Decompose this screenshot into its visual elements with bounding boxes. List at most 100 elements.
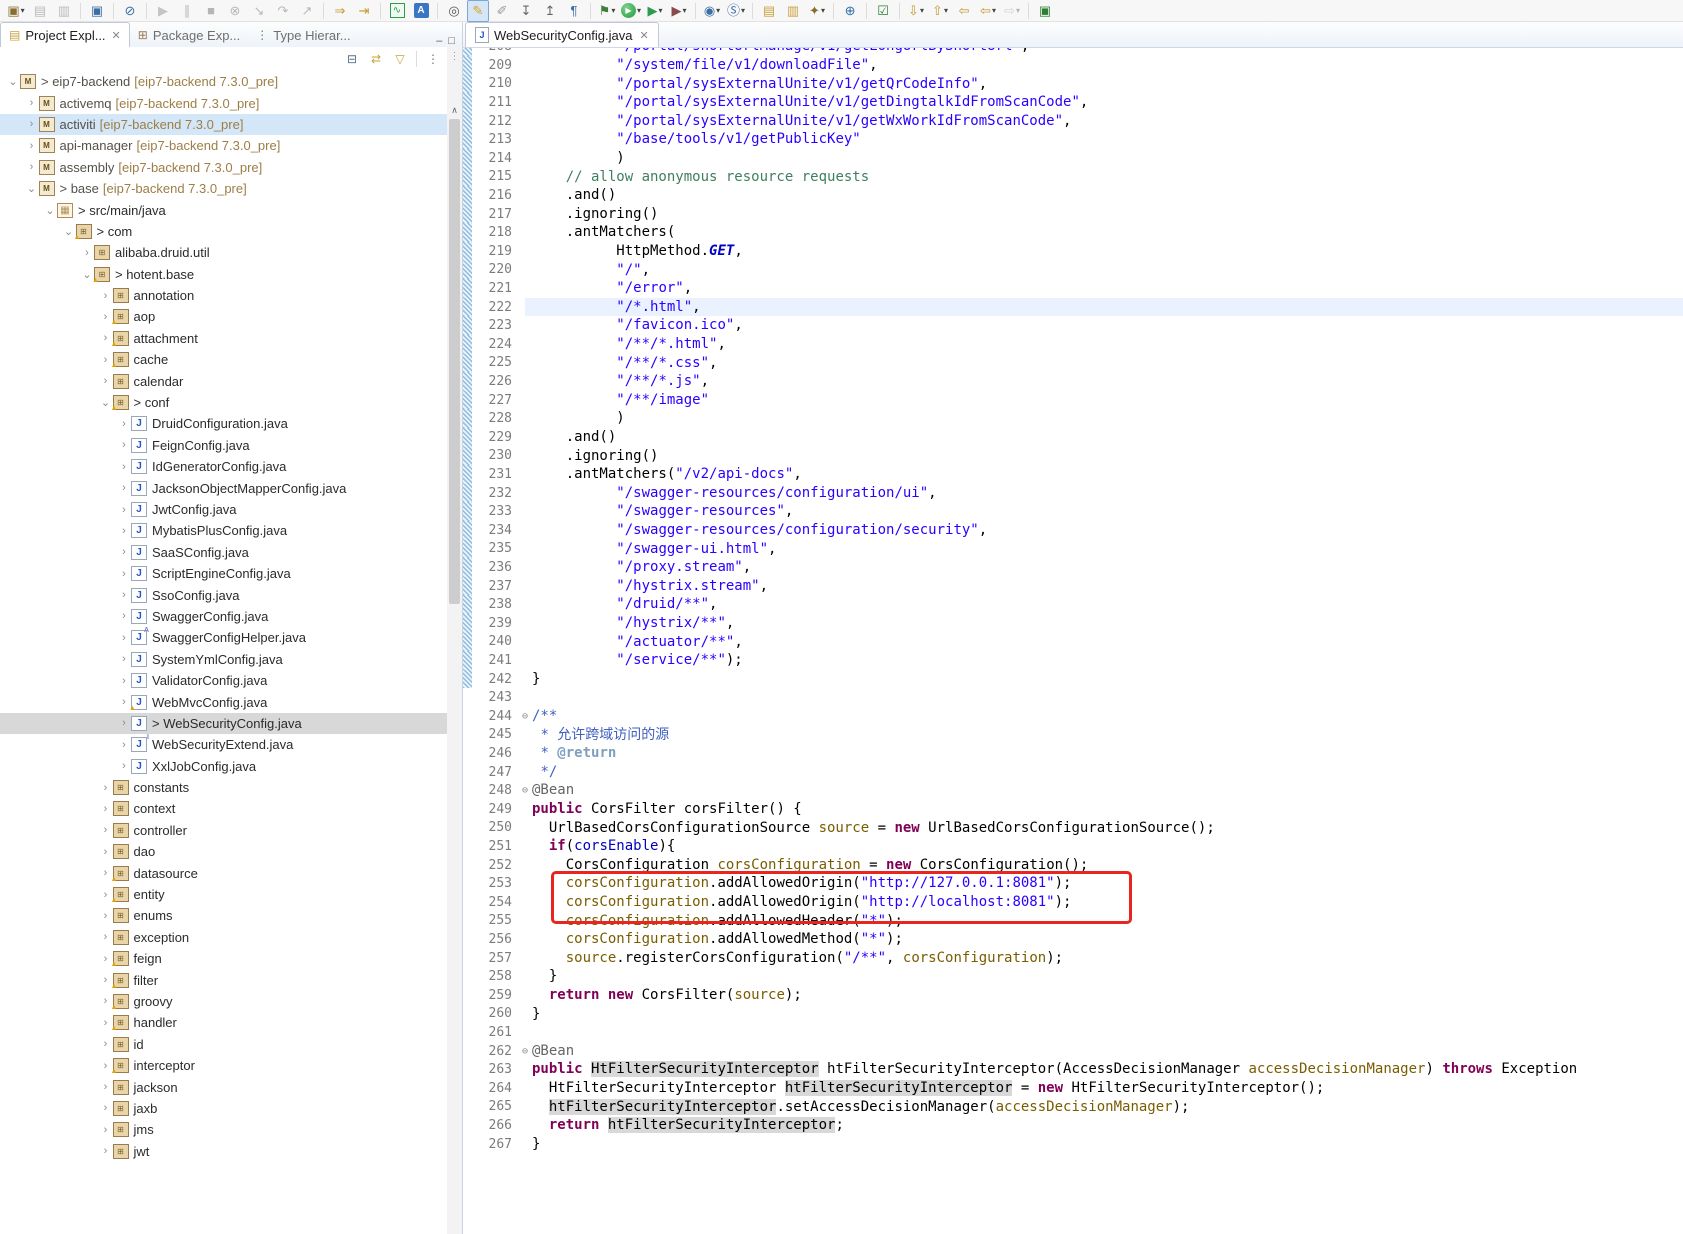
tree-item-systemymlconfig-java[interactable]: ›JSystemYmlConfig.java xyxy=(0,649,447,670)
close-icon[interactable]: ✕ xyxy=(640,29,649,42)
tree-item-feign[interactable]: ›⊞▲feign xyxy=(0,948,447,969)
dropdown-arrow-icon[interactable]: ▾ xyxy=(821,1,825,21)
dropdown-arrow-icon[interactable]: ▾ xyxy=(659,1,663,21)
collapse-all-icon[interactable]: ⊟ xyxy=(341,48,363,70)
search-icon[interactable]: ✦▾ xyxy=(806,0,828,22)
tree-item-ssoconfig-java[interactable]: ›JSsoConfig.java xyxy=(0,584,447,605)
tree-item-src-main-java[interactable]: ⌄▦> src/main/java xyxy=(0,199,447,220)
link-with-editor-icon[interactable]: ⇄ xyxy=(365,48,387,70)
tree-item-eip7-backend[interactable]: ⌄M> eip7-backend[eip7-backend 7.3.0_pre] xyxy=(0,71,447,92)
tree-item-jacksonobjectmapperconfig-java[interactable]: ›JJacksonObjectMapperConfig.java xyxy=(0,477,447,498)
tree-item-swaggerconfig-java[interactable]: ›JSwaggerConfig.java xyxy=(0,606,447,627)
expand-arrow-icon[interactable]: › xyxy=(25,97,39,109)
filter-icon[interactable]: ▽ xyxy=(389,48,411,70)
expand-arrow-icon[interactable]: › xyxy=(99,290,113,302)
tree-item-mybatisplusconfig-java[interactable]: ›JMybatisPlusConfig.java xyxy=(0,520,447,541)
tree-item-validatorconfig-java[interactable]: ›JValidatorConfig.java xyxy=(0,670,447,691)
tree-item-jwtconfig-java[interactable]: ›JJwtConfig.java xyxy=(0,499,447,520)
tree-item-groovy[interactable]: ›⊞▲groovy xyxy=(0,991,447,1012)
expand-arrow-icon[interactable]: › xyxy=(99,1081,113,1093)
tree-item-saasconfig-java[interactable]: ›JSaaSConfig.java xyxy=(0,542,447,563)
close-icon[interactable]: ✕ xyxy=(112,29,121,42)
tree-item-jms[interactable]: ›⊞jms xyxy=(0,1119,447,1140)
coverage-icon[interactable]: ▶▾ xyxy=(644,0,666,22)
console-icon[interactable]: ▣ xyxy=(86,0,108,22)
mark-occurrences-icon[interactable]: ✎ xyxy=(467,0,489,22)
minimize-view-icon[interactable]: – xyxy=(436,35,442,47)
dropdown-arrow-icon[interactable]: ▾ xyxy=(683,1,687,21)
tree-item-jaxb[interactable]: ›⊞jaxb xyxy=(0,1098,447,1119)
show-whitespace-icon[interactable]: ¶ xyxy=(563,0,585,22)
expand-arrow-icon[interactable]: › xyxy=(117,632,131,644)
new-service-class-icon[interactable]: Ⓢ▾ xyxy=(725,0,747,22)
expand-arrow-icon[interactable]: › xyxy=(117,610,131,622)
project-explorer-scrollbar[interactable]: ⋮ ∧ xyxy=(447,47,462,1234)
expand-arrow-icon[interactable]: › xyxy=(117,675,131,687)
maximize-view-icon[interactable]: □ xyxy=(448,35,455,47)
expand-arrow-icon[interactable]: › xyxy=(117,568,131,580)
tree-item-handler[interactable]: ›⊞▲handler xyxy=(0,1012,447,1033)
sweep-icon[interactable]: ✐ xyxy=(491,0,513,22)
disconnect-icon[interactable]: ⊗ xyxy=(224,0,246,22)
tree-item-conf[interactable]: ⌄⊞▲> conf xyxy=(0,392,447,413)
view-tab-package-exp---[interactable]: ⊞Package Exp... xyxy=(130,23,249,47)
expand-arrow-icon[interactable]: › xyxy=(99,375,113,387)
tree-item-entity[interactable]: ›⊞▲entity xyxy=(0,884,447,905)
tree-item-websecurityconfig-java[interactable]: ›J> WebSecurityConfig.java xyxy=(0,713,447,734)
tree-item-activemq[interactable]: ›Mactivemq[eip7-backend 7.3.0_pre] xyxy=(0,92,447,113)
tree-item-scriptengineconfig-java[interactable]: ›JScriptEngineConfig.java xyxy=(0,563,447,584)
pin-marker-icon[interactable]: ◎ xyxy=(443,0,465,22)
skip-breakpoints-icon[interactable]: ⊘ xyxy=(119,0,141,22)
step-into-icon[interactable]: ↘ xyxy=(248,0,270,22)
letter-a-icon[interactable]: A xyxy=(410,0,432,22)
tree-item-assembly[interactable]: ›Massembly[eip7-backend 7.3.0_pre] xyxy=(0,157,447,178)
expand-arrow-icon[interactable]: › xyxy=(99,931,113,943)
tree-item-druidconfiguration-java[interactable]: ›JDruidConfiguration.java xyxy=(0,413,447,434)
validate-icon[interactable]: ☑ xyxy=(872,0,894,22)
tree-item-constants[interactable]: ›⊞constants xyxy=(0,777,447,798)
tree-item-xxljobconfig-java[interactable]: ›JXxlJobConfig.java xyxy=(0,756,447,777)
expand-arrow-icon[interactable]: › xyxy=(99,1124,113,1136)
collapse-arrow-icon[interactable]: ⌄ xyxy=(6,75,20,88)
dropdown-arrow-icon[interactable]: ▾ xyxy=(944,1,948,21)
expand-arrow-icon[interactable]: › xyxy=(25,118,39,130)
expand-arrow-icon[interactable]: › xyxy=(117,461,131,473)
expand-arrow-icon[interactable]: › xyxy=(117,717,131,729)
tree-item-dao[interactable]: ›⊞dao xyxy=(0,841,447,862)
expand-arrow-icon[interactable]: › xyxy=(25,161,39,173)
expand-arrow-icon[interactable]: › xyxy=(99,1038,113,1050)
project-explorer-tree[interactable]: ⌄M> eip7-backend[eip7-backend 7.3.0_pre]… xyxy=(0,71,447,1234)
profile-icon[interactable]: ▶▾ xyxy=(668,0,690,22)
pin-editor-icon[interactable]: ▣ xyxy=(1034,0,1056,22)
tree-item-filter[interactable]: ›⊞▲filter xyxy=(0,969,447,990)
view-tab-project-expl---[interactable]: ▤Project Expl...✕ xyxy=(0,22,130,47)
expand-arrow-icon[interactable]: › xyxy=(117,525,131,537)
fold-collapse-icon[interactable]: ⊖ xyxy=(518,785,532,796)
dropdown-arrow-icon[interactable]: ▾ xyxy=(1016,1,1020,21)
expand-arrow-icon[interactable]: › xyxy=(117,760,131,772)
expand-arrow-icon[interactable]: › xyxy=(80,247,94,259)
tree-item-datasource[interactable]: ›⊞▲datasource xyxy=(0,862,447,883)
previous-edit-location-icon[interactable]: ⇧▾ xyxy=(929,0,951,22)
tree-item-exception[interactable]: ›⊞exception xyxy=(0,927,447,948)
expand-arrow-icon[interactable]: › xyxy=(117,589,131,601)
expand-arrow-icon[interactable]: › xyxy=(99,1102,113,1114)
dropdown-arrow-icon[interactable]: ▾ xyxy=(741,1,745,21)
tree-item-interceptor[interactable]: ›⊞▲interceptor xyxy=(0,1055,447,1076)
tree-item-jackson[interactable]: ›⊞jackson xyxy=(0,1076,447,1097)
expand-arrow-icon[interactable]: › xyxy=(99,1145,113,1157)
code-editor[interactable]: 208 "/portal/shortUrlManage/v1/getLongUr… xyxy=(463,47,1683,1234)
expand-arrow-icon[interactable]: › xyxy=(117,546,131,558)
collapse-arrow-icon[interactable]: ⌄ xyxy=(25,182,39,195)
collapse-arrow-icon[interactable]: ⌄ xyxy=(43,204,57,217)
dropdown-arrow-icon[interactable]: ▾ xyxy=(716,1,720,21)
tree-item-controller[interactable]: ›⊞controller xyxy=(0,820,447,841)
tree-item-id[interactable]: ›⊞id xyxy=(0,1034,447,1055)
resume-icon[interactable]: ▶ xyxy=(152,0,174,22)
scroll-up-icon[interactable]: ∧ xyxy=(447,105,462,116)
new-icon[interactable]: ▣▾ xyxy=(5,0,27,22)
tree-item-hotent-base[interactable]: ⌄⊞▲> hotent.base xyxy=(0,264,447,285)
fold-collapse-icon[interactable]: ⊖ xyxy=(518,711,532,722)
next-annotation-icon[interactable]: ↧ xyxy=(515,0,537,22)
previous-annotation-icon[interactable]: ↥ xyxy=(539,0,561,22)
